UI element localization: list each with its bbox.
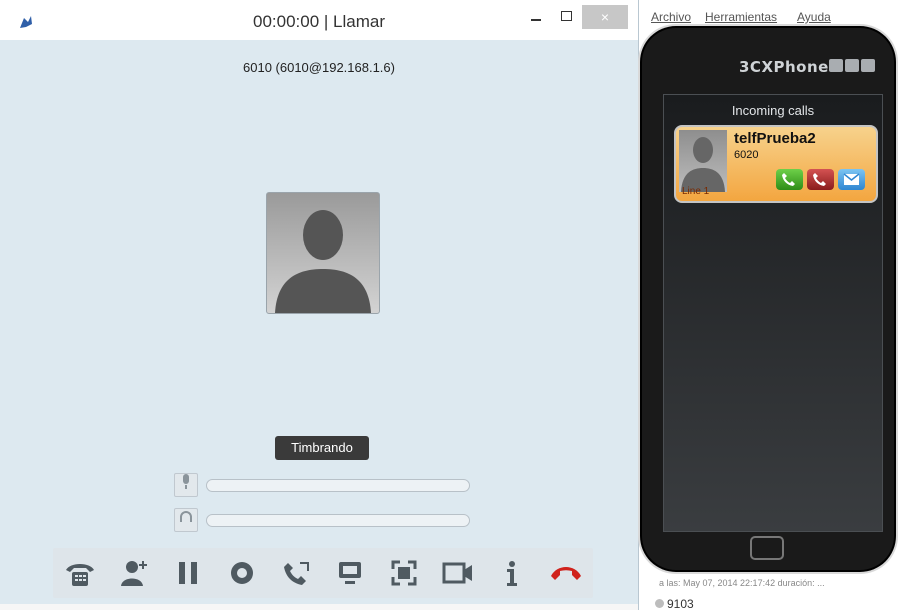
phone-close-button[interactable] [861, 59, 875, 72]
caller-name: telfPrueba2 [734, 130, 816, 147]
call-window: 00:00:00 | Llamar × 6010 (6010@192.168.1… [0, 0, 639, 610]
menu-archivo[interactable]: Archivo [651, 10, 691, 24]
help-button[interactable] [829, 59, 843, 72]
incoming-call-card[interactable]: Line 1 telfPrueba2 6020 [674, 125, 878, 203]
minimize-button[interactable] [522, 5, 550, 29]
caller-avatar [679, 130, 727, 192]
pause-icon[interactable] [168, 553, 208, 593]
maximize-button[interactable] [552, 5, 580, 29]
window-bottom-edge [0, 604, 638, 610]
headset-icon [174, 508, 198, 532]
person-silhouette-icon [681, 137, 725, 192]
caller-number: 6020 [734, 149, 759, 161]
brand-logo: 3CXPhone [739, 58, 829, 76]
video-camera-icon[interactable] [438, 553, 478, 593]
line-label: Line 1 [682, 186, 710, 197]
call-toolbar [53, 548, 593, 598]
phone-screen: Incoming calls Line 1 telfPrueba2 6020 [663, 94, 883, 532]
menu-ayuda[interactable]: Ayuda [797, 10, 831, 24]
title-bar: 00:00:00 | Llamar × [0, 0, 638, 40]
transfer-call-icon[interactable] [276, 553, 316, 593]
phone-minimize-button[interactable] [845, 59, 859, 72]
call-status-badge: Timbrando [275, 436, 369, 460]
close-button[interactable]: × [582, 5, 628, 29]
incoming-calls-heading: Incoming calls [731, 103, 815, 118]
phone-skin: 3CXPhone Incoming calls Line 1 telfPrueb… [642, 28, 894, 570]
phone-icon [813, 173, 826, 186]
screen-share-icon[interactable] [330, 553, 370, 593]
microphone-icon [174, 473, 198, 497]
info-icon[interactable] [492, 553, 532, 593]
presence-dot-icon [655, 599, 664, 608]
record-icon[interactable] [222, 553, 262, 593]
call-history-detail: a las: May 07, 2014 22:17:42 duración: .… [659, 578, 825, 588]
speaker-level-slider[interactable] [206, 514, 470, 527]
phone-app-window: Archivo Herramientas Ayuda 3CXPhone Inco… [639, 0, 906, 611]
contact-avatar [266, 192, 380, 314]
menu-bar: Archivo Herramientas Ayuda [639, 0, 906, 26]
microphone-level-slider[interactable] [206, 479, 470, 492]
phone-icon [782, 173, 795, 186]
accept-call-button[interactable] [776, 169, 803, 190]
call-history-number[interactable]: 9103 [667, 597, 694, 611]
hang-up-icon[interactable] [546, 553, 586, 593]
dialpad-phone-icon[interactable] [60, 553, 100, 593]
envelope-icon [843, 173, 860, 185]
person-silhouette-icon [275, 210, 371, 313]
fullscreen-icon[interactable] [384, 553, 424, 593]
reject-call-button[interactable] [807, 169, 834, 190]
home-button[interactable] [750, 536, 784, 560]
contact-address: 6010 (6010@192.168.1.6) [243, 60, 395, 75]
menu-herramientas[interactable]: Herramientas [705, 10, 777, 24]
add-contact-icon[interactable] [114, 553, 154, 593]
message-button[interactable] [838, 169, 865, 190]
